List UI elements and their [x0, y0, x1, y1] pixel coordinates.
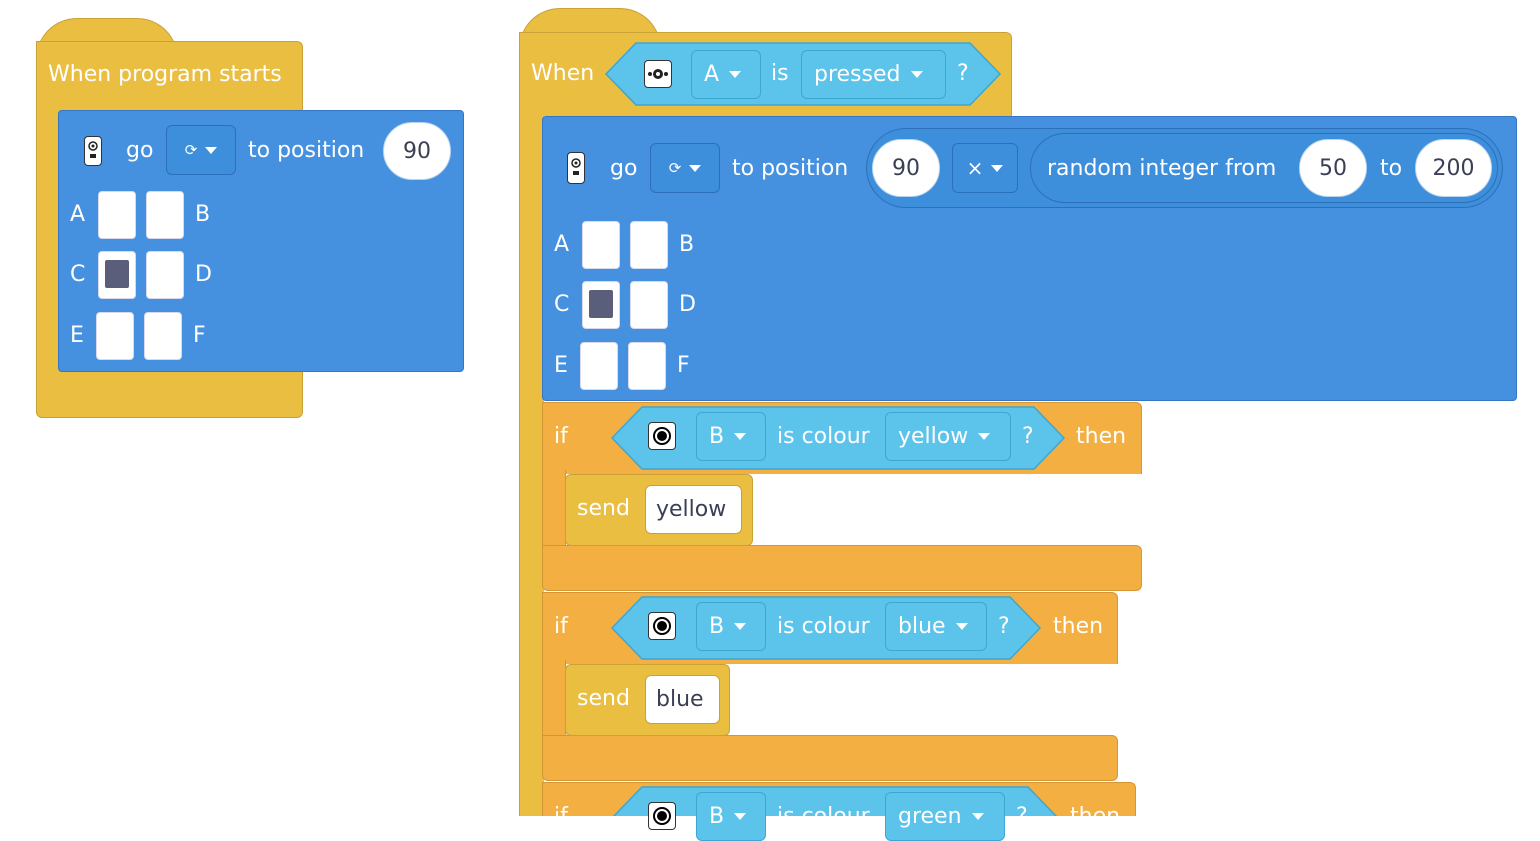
sensor-port-dropdown[interactable]: B: [696, 412, 766, 461]
send-message-input[interactable]: yellow: [645, 485, 742, 534]
chevron-down-icon: [689, 164, 702, 172]
grid-cell-f[interactable]: [628, 342, 666, 390]
if-footer: [542, 545, 1142, 591]
grid-label-b: B: [679, 232, 695, 257]
grid-cell-a[interactable]: [98, 191, 136, 239]
sensor-port-value: B: [709, 614, 725, 639]
operator-symbol: ×: [966, 156, 984, 180]
is-colour-label: is colour: [777, 804, 870, 829]
servo-icon: [84, 136, 102, 166]
hat-label: When program starts: [48, 62, 282, 87]
operand-left-input[interactable]: 90: [872, 139, 940, 197]
grid-label-e: E: [554, 353, 568, 378]
event-spine: [519, 110, 544, 816]
question-mark: ?: [1022, 424, 1034, 449]
chevron-down-icon: [734, 813, 747, 820]
direction-symbol: ⟳: [184, 141, 198, 159]
is-colour-label: is colour: [777, 424, 870, 449]
grid-label-e: E: [70, 323, 84, 348]
if-spine: [542, 470, 566, 550]
if-label: if: [554, 424, 568, 449]
grid-cell-e[interactable]: [96, 312, 134, 360]
go-label: go: [610, 156, 638, 181]
grid-cell-b[interactable]: [630, 221, 668, 269]
state-dropdown[interactable]: pressed: [801, 50, 946, 99]
chevron-down-icon: [734, 433, 747, 440]
then-label: then: [1053, 614, 1104, 639]
if-label: if: [554, 614, 568, 639]
chevron-down-icon: [205, 146, 218, 154]
grid-cell-c-selected[interactable]: [98, 251, 136, 299]
chevron-down-icon: [978, 433, 991, 440]
grid-cell-d[interactable]: [630, 281, 668, 329]
sensor-port-dropdown[interactable]: B: [696, 602, 766, 651]
grid-label-f: F: [193, 323, 206, 348]
chevron-down-icon: [971, 813, 984, 820]
colour-dropdown[interactable]: green: [885, 792, 1005, 841]
is-colour-label: is colour: [777, 614, 870, 639]
sensor-port-dropdown[interactable]: B: [696, 792, 766, 841]
random-to-label: to: [1380, 156, 1403, 181]
grid-label-a: A: [70, 202, 86, 227]
send-message-input[interactable]: blue: [645, 675, 720, 724]
grid-label-f: F: [677, 353, 690, 378]
question-mark: ?: [957, 61, 969, 86]
colour-dropdown[interactable]: blue: [885, 602, 987, 651]
colour-sensor-icon: [648, 802, 676, 830]
then-label: then: [1070, 804, 1121, 829]
then-label: then: [1076, 424, 1127, 449]
sensor-port-value: B: [709, 804, 725, 829]
grid-label-a: A: [554, 232, 570, 257]
is-label: is: [771, 61, 789, 86]
if-footer: [542, 735, 1118, 781]
grid-cell-d[interactable]: [146, 251, 184, 299]
direction-dropdown[interactable]: ⟳: [166, 125, 236, 175]
question-mark: ?: [998, 614, 1010, 639]
button-icon: [644, 60, 672, 88]
grid-label-d: D: [679, 292, 696, 317]
grid-label-b: B: [195, 202, 211, 227]
colour-value: green: [898, 804, 962, 829]
grid-label-c: C: [70, 262, 86, 287]
position-input[interactable]: 90: [383, 122, 451, 180]
if-label: if: [554, 804, 568, 829]
button-value: A: [704, 62, 720, 87]
grid-cell-f[interactable]: [144, 312, 182, 360]
colour-value: blue: [898, 614, 946, 639]
to-position-label: to position: [248, 138, 365, 163]
chevron-down-icon: [991, 164, 1004, 172]
random-from-input[interactable]: 50: [1299, 139, 1367, 197]
question-mark: ?: [1016, 804, 1028, 829]
sensor-port-value: B: [709, 424, 725, 449]
state-value: pressed: [814, 62, 901, 87]
grid-label-c: C: [554, 292, 570, 317]
grid-cell-b[interactable]: [146, 191, 184, 239]
colour-dropdown[interactable]: yellow: [885, 412, 1011, 461]
chevron-down-icon: [729, 71, 742, 78]
chevron-down-icon: [955, 623, 968, 630]
to-position-label: to position: [732, 156, 849, 181]
grid-cell-e[interactable]: [580, 342, 618, 390]
chevron-down-icon: [734, 623, 747, 630]
if-spine: [542, 660, 566, 740]
chevron-down-icon: [910, 71, 923, 78]
send-label: send: [577, 686, 630, 711]
colour-sensor-icon: [648, 422, 676, 450]
grid-label-d: D: [195, 262, 212, 287]
random-to-input[interactable]: 200: [1415, 139, 1492, 197]
hat-when-label: When: [531, 61, 595, 86]
grid-cell-a[interactable]: [582, 221, 620, 269]
grid-cell-c-selected[interactable]: [582, 281, 620, 329]
send-label: send: [577, 496, 630, 521]
button-dropdown[interactable]: A: [691, 50, 761, 99]
operator-dropdown[interactable]: ×: [952, 143, 1018, 193]
direction-symbol: ⟳: [668, 159, 682, 177]
colour-value: yellow: [898, 424, 969, 449]
direction-dropdown[interactable]: ⟳: [650, 143, 720, 193]
go-label: go: [126, 138, 154, 163]
colour-sensor-icon: [648, 612, 676, 640]
servo-icon: [567, 152, 585, 184]
random-label: random integer from: [1047, 156, 1277, 181]
